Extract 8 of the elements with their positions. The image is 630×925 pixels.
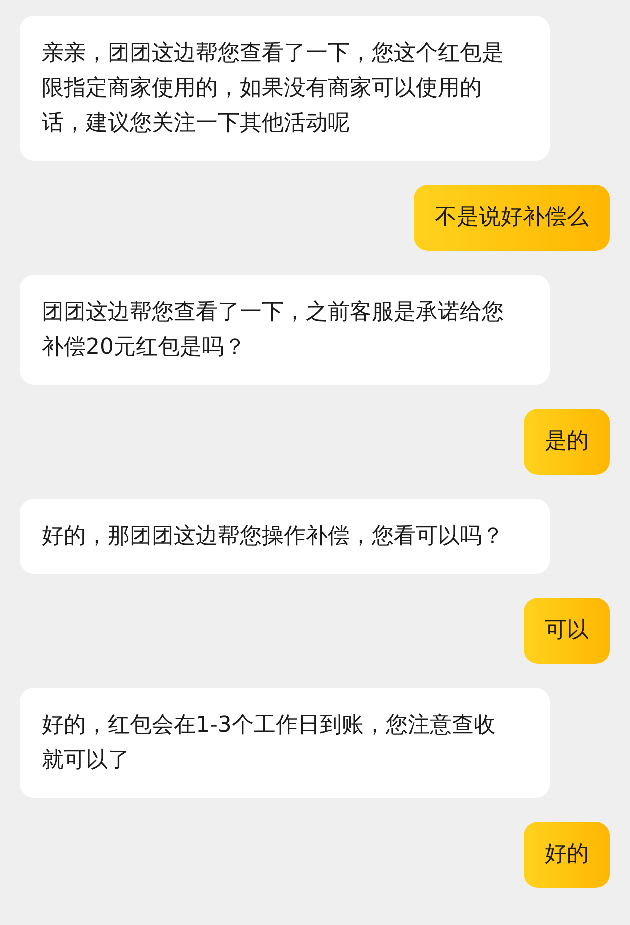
message-bubble: 好的 bbox=[524, 822, 610, 888]
message-bubble: 可以 bbox=[524, 598, 610, 664]
message-bubble: 好的，红包会在1-3个工作日到账，您注意查收就可以了 bbox=[20, 688, 550, 798]
message-bubble: 是的 bbox=[524, 409, 610, 475]
message-bubble: 不是说好补偿么 bbox=[414, 185, 610, 251]
message-bubble: 亲亲，团团这边帮您查看了一下，您这个红包是限指定商家使用的，如果没有商家可以使用的话，建议您关注一下其他活动呢 bbox=[20, 16, 550, 161]
message-bubble: 好的，那团团这边帮您操作补偿，您看可以吗？ bbox=[20, 499, 550, 574]
message-bubble: 团团这边帮您查看了一下，之前客服是承诺给您补偿20元红包是吗？ bbox=[20, 275, 550, 385]
